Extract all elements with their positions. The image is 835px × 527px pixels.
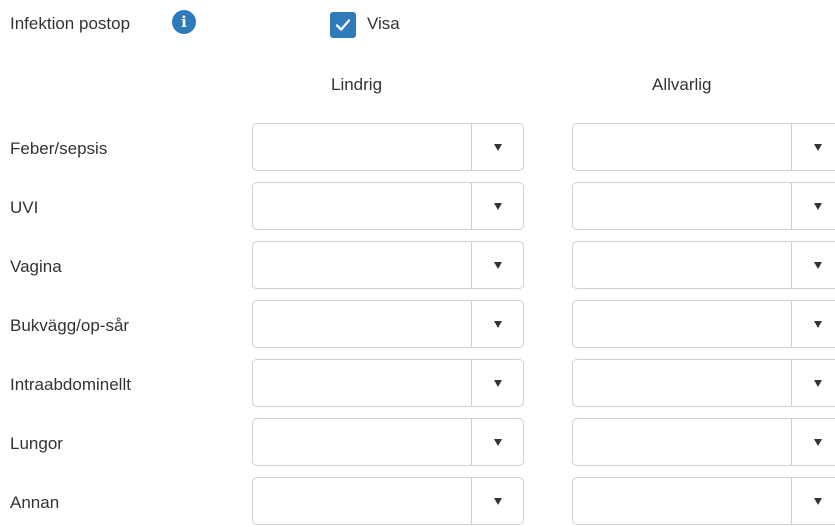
row-label: Bukvägg/op-sår	[10, 316, 130, 335]
allvarlig-select[interactable]	[572, 123, 835, 171]
row-label: Intraabdominellt	[10, 375, 131, 394]
row-label: Vagina	[10, 257, 62, 276]
row-label: Annan	[10, 493, 60, 512]
chevron-down-icon	[814, 497, 822, 505]
allvarlig-dropdown-toggle[interactable]	[791, 183, 835, 229]
chevron-down-icon	[494, 438, 502, 446]
chevron-down-icon	[494, 202, 502, 210]
lindrig-dropdown-toggle[interactable]	[471, 360, 524, 406]
chevron-down-icon	[494, 320, 502, 328]
allvarlig-select[interactable]	[572, 241, 835, 289]
chevron-down-icon	[494, 261, 502, 269]
lindrig-dropdown-toggle[interactable]	[471, 124, 524, 170]
allvarlig-dropdown-toggle[interactable]	[791, 124, 835, 170]
allvarlig-dropdown-toggle[interactable]	[791, 301, 835, 347]
infection-row: Vagina	[0, 241, 835, 291]
chevron-down-icon	[494, 143, 502, 151]
allvarlig-select[interactable]	[572, 182, 835, 230]
row-label: Feber/sepsis	[10, 139, 108, 158]
lindrig-dropdown-toggle[interactable]	[471, 183, 524, 229]
lindrig-dropdown-toggle[interactable]	[471, 419, 524, 465]
allvarlig-dropdown-toggle[interactable]	[791, 242, 835, 288]
chevron-down-icon	[814, 438, 822, 446]
chevron-down-icon	[814, 261, 822, 269]
infection-row: Annan	[0, 477, 835, 527]
allvarlig-dropdown-toggle[interactable]	[791, 419, 835, 465]
section-title: Infektion postop	[10, 14, 131, 33]
show-checkbox-label[interactable]: Visa	[367, 14, 400, 34]
row-label: UVI	[10, 198, 39, 217]
row-label: Lungor	[10, 434, 63, 453]
lindrig-select[interactable]	[252, 241, 524, 289]
infection-row: Intraabdominellt	[0, 359, 835, 409]
chevron-down-icon	[814, 320, 822, 328]
show-checkbox[interactable]	[330, 12, 356, 38]
chevron-down-icon	[814, 202, 822, 210]
chevron-down-icon	[494, 497, 502, 505]
lindrig-dropdown-toggle[interactable]	[471, 242, 524, 288]
lindrig-select[interactable]	[252, 418, 524, 466]
lindrig-select[interactable]	[252, 123, 524, 171]
infection-row: Feber/sepsis	[0, 123, 835, 173]
checkmark-icon	[335, 19, 351, 31]
lindrig-dropdown-toggle[interactable]	[471, 478, 524, 524]
lindrig-select[interactable]	[252, 182, 524, 230]
lindrig-select[interactable]	[252, 300, 524, 348]
allvarlig-select[interactable]	[572, 418, 835, 466]
allvarlig-select[interactable]	[572, 359, 835, 407]
lindrig-select[interactable]	[252, 359, 524, 407]
chevron-down-icon	[814, 379, 822, 387]
allvarlig-dropdown-toggle[interactable]	[791, 478, 835, 524]
allvarlig-select[interactable]	[572, 477, 835, 525]
allvarlig-select[interactable]	[572, 300, 835, 348]
lindrig-select[interactable]	[252, 477, 524, 525]
info-icon[interactable]: i	[172, 10, 196, 34]
infection-row: Bukvägg/op-sår	[0, 300, 835, 350]
allvarlig-dropdown-toggle[interactable]	[791, 360, 835, 406]
column-header-allvarlig: Allvarlig	[652, 75, 712, 94]
column-header-lindrig: Lindrig	[331, 75, 383, 94]
infection-row: UVI	[0, 182, 835, 232]
lindrig-dropdown-toggle[interactable]	[471, 301, 524, 347]
infection-row: Lungor	[0, 418, 835, 468]
chevron-down-icon	[814, 143, 822, 151]
chevron-down-icon	[494, 379, 502, 387]
